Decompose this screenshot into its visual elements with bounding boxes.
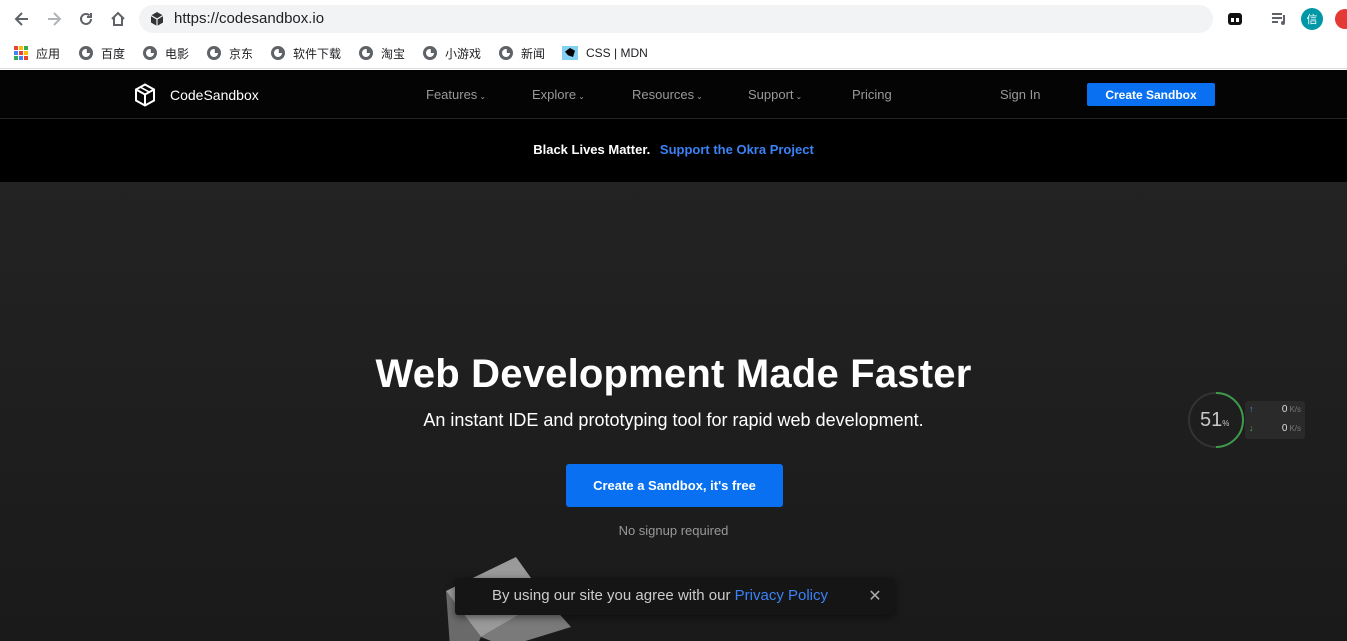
download-unit: K/s [1289, 424, 1301, 433]
cpu-percent-unit: % [1222, 419, 1230, 428]
create-sandbox-cta-button[interactable]: Create a Sandbox, it's free [566, 464, 783, 507]
hero-subtitle: An instant IDE and prototyping tool for … [423, 410, 924, 430]
download-value: 0 [1281, 423, 1288, 434]
brand-logo[interactable]: CodeSandbox [134, 83, 259, 107]
signup-note: No signup required [618, 523, 729, 538]
mdn-icon [562, 46, 578, 60]
nav-label: Resources [632, 87, 695, 102]
nav-support[interactable]: Support ⌄ [748, 87, 802, 102]
bookmark-label: 百度 [101, 46, 126, 61]
bookmark-software[interactable]: 软件下载 [271, 43, 341, 63]
bookmark-label: 电影 [165, 46, 190, 61]
upload-value: 0 [1281, 404, 1288, 415]
bookmark-label: 京东 [229, 46, 254, 61]
network-speed-widget: 51% ↑ 0 K/s ↓ 0 K/s [1187, 391, 1307, 449]
apps-icon [14, 46, 28, 60]
bookmark-label: 新闻 [521, 46, 546, 61]
privacy-policy-link[interactable]: Privacy Policy [735, 587, 828, 604]
sign-in-link[interactable]: Sign In [1000, 87, 1040, 102]
upload-speed: ↑ 0 K/s [1245, 401, 1305, 420]
close-icon[interactable]: ✕ [867, 586, 883, 606]
chevron-down-icon: ⌄ [696, 92, 703, 101]
notification-icon[interactable] [1335, 9, 1347, 29]
nav-label: Explore [532, 87, 577, 102]
reading-list-icon[interactable] [1268, 8, 1290, 30]
hero-section: Web Development Made Faster An instant I… [0, 182, 1347, 641]
extension-icon[interactable] [1224, 8, 1246, 30]
bookmark-jd[interactable]: 京东 [207, 43, 253, 63]
cookie-notice: By using our site you agree with our Pri… [455, 578, 895, 615]
site-cube-icon [150, 12, 164, 26]
bookmark-baidu[interactable]: 百度 [79, 43, 125, 63]
globe-icon [499, 46, 513, 60]
bookmark-label: CSS | MDN [586, 46, 648, 60]
bookmark-mdn[interactable]: CSS | MDN [562, 43, 648, 63]
home-icon[interactable] [106, 7, 130, 31]
bookmark-apps[interactable]: 应用 [14, 43, 60, 63]
cookie-text: By using our site you agree with our [492, 587, 735, 604]
globe-icon [359, 46, 373, 60]
speed-panel: ↑ 0 K/s ↓ 0 K/s [1245, 401, 1305, 439]
browser-toolbar: https://codesandbox.io 信 [0, 0, 1347, 38]
globe-icon [423, 46, 437, 60]
nav-label: Support [748, 87, 794, 102]
bookmarks-bar: 应用 百度 电影 京东 软件下载 淘宝 小游戏 新闻 CSS | MDN [0, 38, 1347, 69]
chevron-down-icon: ⌄ [795, 92, 803, 101]
bookmark-movies[interactable]: 电影 [143, 43, 189, 63]
create-sandbox-button[interactable]: Create Sandbox [1087, 83, 1215, 106]
bookmark-taobao[interactable]: 淘宝 [359, 43, 405, 63]
address-bar[interactable]: https://codesandbox.io [139, 5, 1213, 33]
reload-icon[interactable] [74, 7, 98, 31]
bookmark-label: 应用 [36, 46, 61, 61]
codesandbox-cube-icon [135, 83, 155, 107]
hero-title: Web Development Made Faster [375, 352, 972, 396]
nav-explore[interactable]: Explore ⌄ [532, 87, 585, 102]
globe-icon [207, 46, 221, 60]
announcement-banner: Black Lives Matter. Support the Okra Pro… [0, 119, 1347, 182]
banner-text: Black Lives Matter. [533, 142, 651, 157]
brand-name: CodeSandbox [170, 87, 259, 103]
upload-arrow-icon: ↑ [1249, 404, 1254, 414]
download-speed: ↓ 0 K/s [1245, 420, 1305, 439]
bookmark-label: 软件下载 [293, 46, 342, 61]
bookmark-news[interactable]: 新闻 [499, 43, 545, 63]
nav-label: Features [426, 87, 478, 102]
nav-pricing[interactable]: Pricing [852, 87, 892, 102]
url-text[interactable]: https://codesandbox.io [174, 10, 324, 27]
forward-icon[interactable] [42, 7, 66, 31]
banner-link[interactable]: Support the Okra Project [660, 142, 814, 157]
nav-resources[interactable]: Resources ⌄ [632, 87, 703, 102]
site-header: CodeSandbox Features ⌄ Explore ⌄ Resources… [0, 70, 1347, 119]
bookmark-label: 小游戏 [445, 46, 482, 61]
globe-icon [271, 46, 285, 60]
profile-avatar[interactable]: 信 [1301, 8, 1323, 30]
chevron-down-icon: ⌄ [479, 92, 487, 101]
cpu-percent: 51% [1200, 409, 1229, 432]
globe-icon [79, 46, 93, 60]
download-arrow-icon: ↓ [1249, 423, 1254, 433]
cookie-text-wrap: By using our site you agree with our Pri… [492, 587, 828, 604]
bookmark-label: 淘宝 [381, 46, 406, 61]
cpu-percent-value: 51 [1200, 409, 1223, 431]
nav-label: Pricing [852, 87, 892, 102]
globe-icon [143, 46, 157, 60]
back-icon[interactable] [10, 7, 34, 31]
nav-features[interactable]: Features ⌄ [426, 87, 486, 102]
chevron-down-icon: ⌄ [578, 92, 585, 101]
upload-unit: K/s [1289, 405, 1301, 414]
bookmark-games[interactable]: 小游戏 [423, 43, 481, 63]
